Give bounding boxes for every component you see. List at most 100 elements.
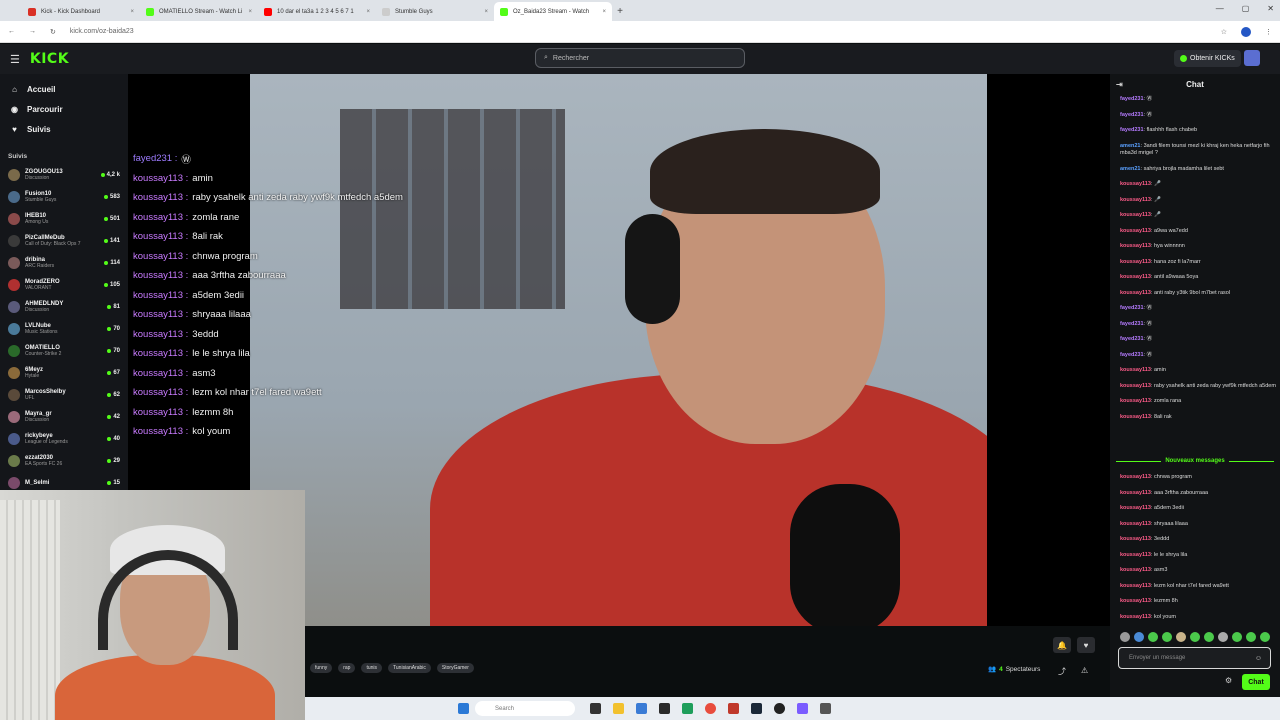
chat-username[interactable]: koussay113 — [1120, 521, 1151, 527]
browser-tab[interactable]: Stumble Guys × — [376, 2, 494, 21]
chat-username[interactable]: koussay113 — [1120, 197, 1151, 203]
minimize-icon[interactable]: — — [1216, 4, 1224, 13]
maximize-icon[interactable]: ▢ — [1242, 4, 1250, 13]
sidebar-item-accueil[interactable]: ⌂ Accueil — [0, 79, 128, 99]
chat-username[interactable]: koussay113 — [1120, 228, 1151, 234]
emote-icon[interactable] — [1218, 632, 1228, 642]
app-icon[interactable] — [636, 703, 647, 714]
chat-username[interactable]: fayed231 — [1120, 96, 1144, 102]
discord-icon[interactable] — [797, 703, 808, 714]
hamburger-icon[interactable]: ☰ — [10, 53, 20, 66]
new-tab-button[interactable]: + — [612, 2, 628, 21]
emote-icon[interactable] — [1134, 632, 1144, 642]
emoji-icon[interactable]: ☺ — [1255, 655, 1262, 662]
chat-username[interactable]: fayed231 — [1120, 127, 1144, 133]
stream-tag[interactable]: TunisianArabic — [388, 663, 431, 673]
notification-bell-button[interactable]: 🔔 — [1053, 637, 1071, 653]
chat-username[interactable]: koussay113 — [1120, 398, 1151, 404]
followed-channel[interactable]: Fusion10 Stumble Guys 583 — [0, 186, 128, 208]
chat-username[interactable]: koussay113 — [1120, 290, 1151, 296]
emote-icon[interactable] — [1246, 632, 1256, 642]
browser-tab[interactable]: Oz_Baida23 Stream - Watch × — [494, 2, 612, 21]
reload-icon[interactable]: ↻ — [50, 28, 56, 36]
sidebar-item-parcourir[interactable]: ◉ Parcourir — [0, 99, 128, 119]
steam-icon[interactable] — [751, 703, 762, 714]
chat-username[interactable]: koussay113 — [1120, 474, 1151, 480]
tab-close-icon[interactable]: × — [484, 9, 488, 15]
chat-username[interactable]: koussay113 — [1120, 181, 1151, 187]
emote-icon[interactable] — [1120, 632, 1130, 642]
task-view-icon[interactable] — [590, 703, 601, 714]
chat-username[interactable]: koussay113 — [1120, 614, 1151, 620]
chat-username[interactable]: fayed231 — [1120, 305, 1144, 311]
chat-username[interactable]: koussay113 — [1120, 367, 1151, 373]
chat-username[interactable]: fayed231 — [1120, 112, 1144, 118]
chat-username[interactable]: amen21 — [1120, 166, 1141, 172]
emote-icon[interactable] — [1190, 632, 1200, 642]
stream-tag[interactable]: StoryGamer — [436, 663, 474, 673]
report-icon[interactable]: ⚠ — [1081, 666, 1088, 675]
chat-username[interactable]: koussay113 — [1120, 583, 1151, 589]
chat-settings-gear-icon[interactable]: ⚙ — [1225, 676, 1232, 685]
forward-icon[interactable]: → — [29, 28, 36, 35]
browser-tab[interactable]: Kick - Kick Dashboard × — [22, 2, 140, 21]
chat-username[interactable]: koussay113 — [1120, 243, 1151, 249]
followed-channel[interactable]: LVLNube Music Stations 70 — [0, 318, 128, 340]
chat-username[interactable]: koussay113 — [1120, 259, 1151, 265]
app-icon[interactable] — [820, 703, 831, 714]
chat-username[interactable]: koussay113 — [1120, 490, 1151, 496]
tab-close-icon[interactable]: × — [130, 9, 134, 15]
follow-heart-button[interactable]: ♥ — [1077, 637, 1095, 653]
browser-tab[interactable]: 10 dar el ta3a 1 2 3 4 5 6 7 1 × — [258, 2, 376, 21]
followed-channel[interactable]: OMATIELLO Counter-Strike 2 70 — [0, 340, 128, 362]
app-icon[interactable] — [728, 703, 739, 714]
emote-icon[interactable] — [1232, 632, 1242, 642]
followed-channel[interactable]: AHMEDLNDY Discussion 81 — [0, 296, 128, 318]
app-icon[interactable] — [682, 703, 693, 714]
emote-icon[interactable] — [1162, 632, 1172, 642]
chat-username[interactable]: amen21 — [1120, 143, 1141, 149]
tab-close-icon[interactable]: × — [602, 9, 606, 15]
chat-username[interactable]: koussay113 — [1120, 212, 1151, 218]
chat-username[interactable]: koussay113 — [1120, 598, 1151, 604]
collapse-chat-icon[interactable]: ⇥ — [1116, 80, 1123, 89]
url-field[interactable]: kick.com/oz-baida23 — [70, 28, 1207, 35]
followed-channel[interactable]: dribina ARC Raiders 114 — [0, 252, 128, 274]
followed-channel[interactable]: rickybeye League of Legends 40 — [0, 428, 128, 450]
chat-username[interactable]: koussay113 — [1120, 383, 1151, 389]
user-avatar[interactable] — [1244, 50, 1260, 66]
followed-channel[interactable]: ezzat2030 EA Sports FC 26 29 — [0, 450, 128, 472]
stream-tag[interactable]: tunis — [361, 663, 383, 673]
followed-channel[interactable]: PizCallMeDub Call of Duty: Black Ops 7 141 — [0, 230, 128, 252]
star-icon[interactable]: ☆ — [1221, 28, 1227, 36]
menu-icon[interactable]: ⋮ — [1265, 28, 1272, 36]
chrome-icon[interactable] — [705, 703, 716, 714]
chat-username[interactable]: fayed231 — [1120, 336, 1144, 342]
followed-channel[interactable]: IHEB10 Among Us 501 — [0, 208, 128, 230]
kick-logo[interactable]: KICK — [30, 51, 69, 67]
sidebar-item-suivis[interactable]: ♥ Suivis — [0, 119, 128, 139]
chat-message-input[interactable]: Envoyer un message ☺ — [1118, 647, 1271, 669]
emote-icon[interactable] — [1260, 632, 1270, 642]
chat-username[interactable]: koussay113 — [1120, 274, 1151, 280]
get-kicks-button[interactable]: Obtenir KICKs — [1174, 50, 1241, 67]
media-icon[interactable] — [774, 703, 785, 714]
taskbar-search[interactable]: Search — [475, 701, 575, 716]
chat-username[interactable]: fayed231 — [1120, 352, 1144, 358]
browser-tab[interactable]: OMATIELLO Stream - Watch Li × — [140, 2, 258, 21]
stream-tag[interactable]: funny — [310, 663, 333, 673]
start-icon[interactable] — [458, 703, 469, 714]
share-icon[interactable]: ⤴ — [1058, 666, 1066, 677]
followed-channel[interactable]: Mayra_gr Discussion 42 — [0, 406, 128, 428]
emote-icon[interactable] — [1176, 632, 1186, 642]
new-messages-divider[interactable]: Nouveaux messages — [1116, 458, 1274, 464]
send-chat-button[interactable]: Chat — [1242, 674, 1270, 690]
tab-close-icon[interactable]: × — [366, 9, 370, 15]
tab-close-icon[interactable]: × — [248, 9, 252, 15]
chat-username[interactable]: koussay113 — [1120, 505, 1151, 511]
followed-channel[interactable]: ZGOUGOU13 Discussion 4,2 k — [0, 164, 128, 186]
chat-username[interactable]: koussay113 — [1120, 567, 1151, 573]
file-explorer-icon[interactable] — [613, 703, 624, 714]
emote-icon[interactable] — [1204, 632, 1214, 642]
stream-tag[interactable]: rap — [338, 663, 356, 673]
